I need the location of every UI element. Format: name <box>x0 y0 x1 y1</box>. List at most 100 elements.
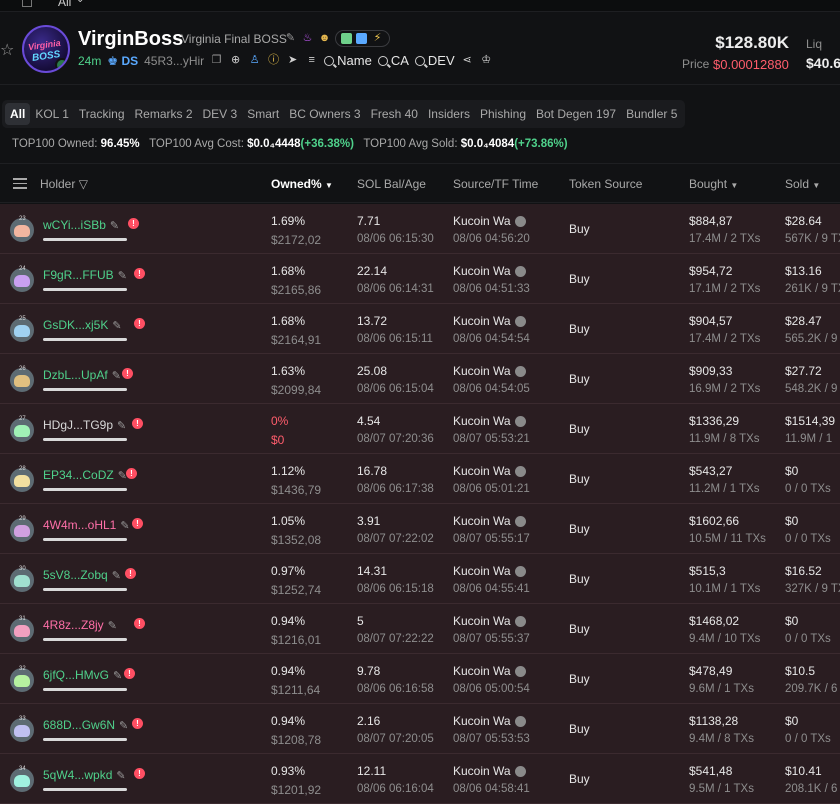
search-ca-link[interactable]: CA <box>377 53 409 68</box>
tab-kol-1[interactable]: KOL 1 <box>30 103 74 125</box>
column-bought[interactable]: Bought ▼ <box>689 177 738 191</box>
table-row[interactable]: 25 GsDK...xj5K ✎! 1.68% $2164,91 13.72 08/06 0… <box>0 304 840 354</box>
tab-phishing[interactable]: Phishing <box>475 103 531 125</box>
table-row[interactable]: 26 DzbL...UpAf ✎! 1.63% $2099,84 25.08 08/06 0… <box>0 354 840 404</box>
tab-remarks-2[interactable]: Remarks 2 <box>130 103 198 125</box>
funding-source[interactable]: Kucoin Wa <box>453 714 526 728</box>
holder-address[interactable]: 6jfQ...HMvG ✎ <box>43 668 122 682</box>
tab-dev-3[interactable]: DEV 3 <box>198 103 243 125</box>
holder-address[interactable]: 5qW4...wpkd ✎ <box>43 768 126 782</box>
column-token-source[interactable]: Token Source <box>569 177 642 191</box>
funding-source[interactable]: Kucoin Wa <box>453 314 526 328</box>
sold-value: $1514,39 <box>785 414 836 428</box>
holder-address[interactable]: 4W4m...oHL1 ✎ <box>43 518 130 532</box>
edit-icon[interactable]: ✎ <box>117 420 126 432</box>
crown-outline-icon[interactable]: ♔ <box>480 54 493 67</box>
funding-source[interactable]: Kucoin Wa <box>453 564 526 578</box>
holder-address[interactable]: wCYi...iSBb ✎ <box>43 218 119 232</box>
alert-icon: ! <box>128 218 139 229</box>
search-dev-link[interactable]: DEV <box>414 53 455 68</box>
table-row[interactable]: 30 5sV8...Zobq ✎! 0.97% $1252,74 14.31 08/06 0… <box>0 554 840 604</box>
column-source[interactable]: Source/TF Time <box>453 177 538 191</box>
table-row[interactable]: 24 F9gR...FFUB ✎! 1.68% $2165,86 22.14 08/06 0… <box>0 254 840 304</box>
edit-icon[interactable]: ✎ <box>118 270 127 282</box>
sold-detail: 0 / 0 TXs <box>785 733 831 745</box>
funding-source[interactable]: Kucoin Wa <box>453 614 526 628</box>
holder-address[interactable]: DzbL...UpAf ✎ <box>43 368 121 382</box>
list-icon[interactable] <box>22 0 32 7</box>
edit-icon[interactable]: ✎ <box>284 32 297 45</box>
edit-icon[interactable]: ✎ <box>120 520 129 532</box>
holder-address[interactable]: EP34...CoDZ ✎ <box>43 468 127 482</box>
star-icon[interactable]: ☆ <box>0 40 14 60</box>
edit-icon[interactable]: ✎ <box>110 220 119 232</box>
edit-icon[interactable]: ✎ <box>112 370 121 382</box>
sliders-icon[interactable] <box>13 178 27 189</box>
holder-avatar: 26 <box>10 366 34 392</box>
table-row[interactable]: 29 4W4m...oHL1 ✎! 1.05% $1352,08 3.91 08/07 07… <box>0 504 840 554</box>
funding-source[interactable]: Kucoin Wa <box>453 764 526 778</box>
search-name-link[interactable]: Name <box>324 53 372 68</box>
tab-insiders[interactable]: Insiders <box>423 103 475 125</box>
table-row[interactable]: 27 HDgJ...TG9p ✎! 0% $0 4.54 08/07 07:20:36 Kuc… <box>0 404 840 454</box>
filter-select-value[interactable]: All <box>58 0 71 9</box>
holder-address[interactable]: 688D...Gw6N ✎ <box>43 718 128 732</box>
sold-detail: 11.9M / 1 <box>785 433 833 445</box>
funding-source[interactable]: Kucoin Wa <box>453 214 526 228</box>
funding-source[interactable]: Kucoin Wa <box>453 414 526 428</box>
tab-smart[interactable]: Smart <box>242 103 284 125</box>
tab-all[interactable]: All <box>5 103 31 125</box>
table-row[interactable]: 32 6jfQ...HMvG ✎! 0.94% $1211,64 9.78 08/06 06… <box>0 654 840 704</box>
sold-detail: 0 / 0 TXs <box>785 533 831 545</box>
column-sold[interactable]: Sold ▼ <box>785 177 820 191</box>
column-holder[interactable]: Holder ▽ <box>40 177 88 191</box>
column-owned[interactable]: Owned% ▼ <box>271 177 333 191</box>
funding-source-text: Kucoin Wa <box>453 614 511 628</box>
chevron-down-icon[interactable]: ⌄ <box>76 0 84 5</box>
tab-bc-owners-3[interactable]: BC Owners 3 <box>284 103 365 125</box>
column-bought-label: Bought <box>689 177 728 191</box>
edit-icon[interactable]: ✎ <box>108 620 117 632</box>
holder-address[interactable]: F9gR...FFUB ✎ <box>43 268 127 282</box>
table-row[interactable]: 34 5qW4...wpkd ✎! 0.93% $1201,92 12.11 08/06 0… <box>0 754 840 804</box>
edit-icon[interactable]: ✎ <box>112 570 121 582</box>
twitter-icon[interactable] <box>356 33 367 44</box>
holder-address[interactable]: HDgJ...TG9p ✎ <box>43 418 126 432</box>
globe-icon[interactable]: ⊕ <box>229 54 242 67</box>
funding-source[interactable]: Kucoin Wa <box>453 364 526 378</box>
column-sol-bal[interactable]: SOL Bal/Age <box>357 177 426 191</box>
telegram-icon[interactable]: ➤ <box>286 54 299 67</box>
contract-address[interactable]: 45R3...yHir <box>144 54 204 68</box>
tab-bot-degen-197[interactable]: Bot Degen 197 <box>531 103 621 125</box>
copy-icon[interactable]: ❐ <box>210 54 223 67</box>
funding-source-text: Kucoin Wa <box>453 414 511 428</box>
lightning-icon[interactable]: ⚡ <box>371 32 384 45</box>
tab-tracking[interactable]: Tracking <box>74 103 130 125</box>
funding-source[interactable]: Kucoin Wa <box>453 664 526 678</box>
funding-source[interactable]: Kucoin Wa <box>453 464 526 478</box>
table-row[interactable]: 28 EP34...CoDZ ✎! 1.12% $1436,79 16.78 08/06 0… <box>0 454 840 504</box>
edit-icon[interactable]: ✎ <box>112 320 121 332</box>
exchange-icon <box>514 465 526 477</box>
share-icon[interactable]: ⋖ <box>461 54 474 67</box>
edit-icon[interactable]: ✎ <box>116 770 125 782</box>
holder-address[interactable]: GsDK...xj5K ✎ <box>43 318 122 332</box>
menu-circle-icon[interactable]: ≡ <box>305 54 318 67</box>
tab-fresh-40[interactable]: Fresh 40 <box>366 103 423 125</box>
edit-icon[interactable]: ✎ <box>113 670 122 682</box>
tab-bundler-5[interactable]: Bundler 5 <box>621 103 682 125</box>
edit-icon[interactable]: ✎ <box>119 720 128 732</box>
holder-address[interactable]: 5sV8...Zobq ✎ <box>43 568 121 582</box>
website-icon[interactable] <box>341 33 352 44</box>
person-icon[interactable]: ♙ <box>248 54 261 67</box>
funding-time: 08/06 05:01:21 <box>453 483 530 495</box>
warning-circle-icon[interactable]: ⓘ <box>267 54 280 67</box>
filter-icon[interactable]: ▽ <box>79 177 88 191</box>
column-sold-label: Sold <box>785 177 810 191</box>
table-row[interactable]: 31 4R8z...Z8jy ✎! 0.94% $1216,01 5 08/07 07:22… <box>0 604 840 654</box>
table-row[interactable]: 33 688D...Gw6N ✎! 0.94% $1208,78 2.16 08/07 07… <box>0 704 840 754</box>
holder-address[interactable]: 4R8z...Z8jy ✎ <box>43 618 117 632</box>
table-row[interactable]: 23 wCYi...iSBb ✎! 1.69% $2172,02 7.71 08/06 06… <box>0 204 840 254</box>
funding-source[interactable]: Kucoin Wa <box>453 264 526 278</box>
funding-source[interactable]: Kucoin Wa <box>453 514 526 528</box>
